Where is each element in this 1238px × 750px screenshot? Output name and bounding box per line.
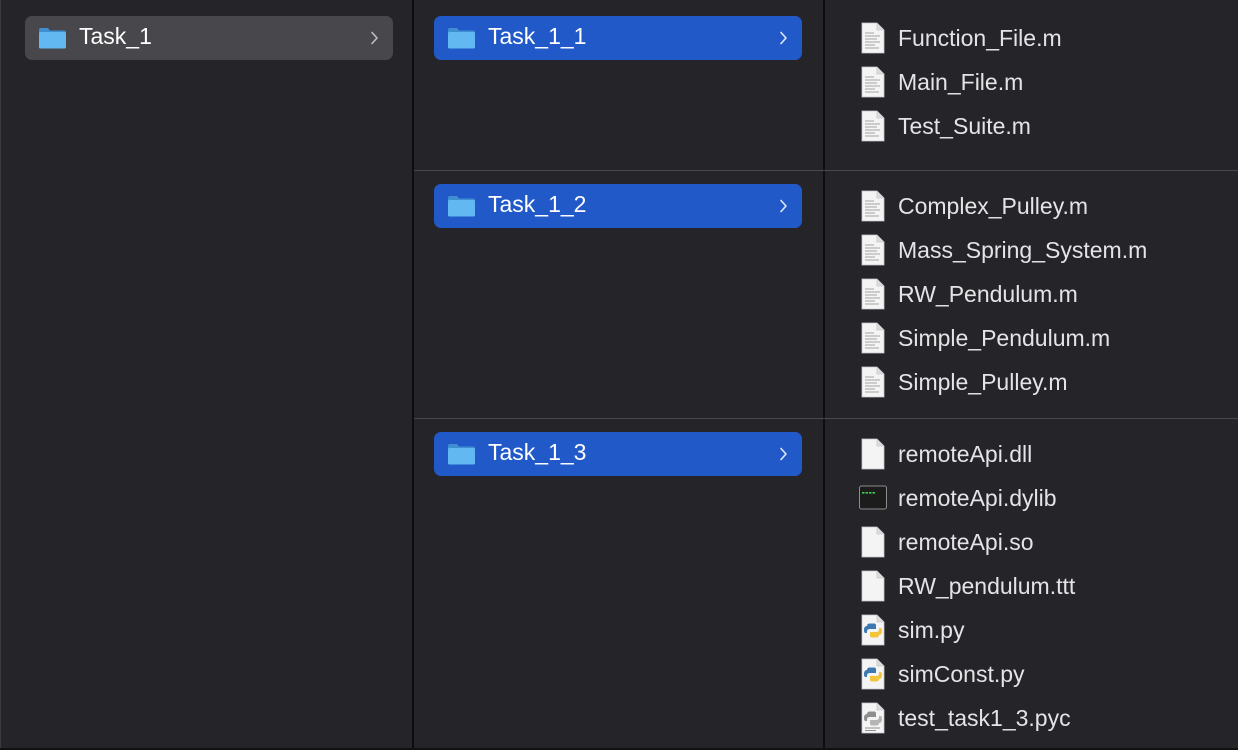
folder-icon bbox=[448, 196, 475, 217]
file-row[interactable]: Complex_Pulley.m bbox=[857, 190, 1227, 222]
document-icon bbox=[861, 366, 885, 398]
folder-icon bbox=[448, 28, 475, 49]
file-row[interactable]: Mass_Spring_System.m bbox=[857, 234, 1227, 266]
chevron-right-icon bbox=[780, 31, 787, 45]
file-name: simConst.py bbox=[898, 661, 1025, 687]
document-icon bbox=[861, 278, 885, 310]
file-name: test_task1_3.pyc bbox=[898, 705, 1071, 731]
folder-row-task-1[interactable]: Task_1 bbox=[25, 16, 393, 60]
chevron-right-icon bbox=[371, 31, 378, 45]
folder-icon bbox=[39, 28, 66, 49]
terminal-exec-icon bbox=[859, 485, 887, 510]
file-name: remoteApi.so bbox=[898, 529, 1034, 555]
group-divider bbox=[414, 418, 1238, 419]
file-name: Complex_Pulley.m bbox=[898, 193, 1089, 219]
file-row[interactable]: test_task1_3.pyc bbox=[857, 702, 1227, 734]
folder-icon bbox=[448, 444, 475, 465]
document-icon bbox=[861, 22, 885, 54]
python-file-icon bbox=[861, 614, 885, 646]
file-name: Main_File.m bbox=[898, 69, 1024, 95]
file-row[interactable]: remoteApi.dylib bbox=[857, 482, 1227, 514]
blank-file-icon bbox=[861, 570, 885, 602]
folder-name: Task_1_2 bbox=[488, 191, 587, 217]
file-name: sim.py bbox=[898, 617, 965, 643]
file-name: Mass_Spring_System.m bbox=[898, 237, 1148, 263]
finder-column-view: Task_1 Task_1_1 Task_1_2 Task_1_3 Functi… bbox=[0, 0, 1238, 750]
document-icon bbox=[861, 322, 885, 354]
folder-row-task-1-1[interactable]: Task_1_1 bbox=[434, 16, 802, 60]
folder-name: Task_1_3 bbox=[488, 439, 587, 465]
folder-name: Task_1 bbox=[79, 23, 152, 49]
file-row[interactable]: Test_Suite.m bbox=[857, 110, 1227, 142]
folder-row-task-1-2[interactable]: Task_1_2 bbox=[434, 184, 802, 228]
document-icon bbox=[861, 66, 885, 98]
folder-name: Task_1_1 bbox=[488, 23, 587, 49]
python-file-icon bbox=[861, 658, 885, 690]
document-icon bbox=[861, 190, 885, 222]
file-row[interactable]: sim.py bbox=[857, 614, 1227, 646]
chevron-right-icon bbox=[780, 447, 787, 461]
file-row[interactable]: RW_pendulum.ttt bbox=[857, 570, 1227, 602]
column-1[interactable]: Task_1 bbox=[0, 0, 412, 750]
blank-file-icon bbox=[861, 526, 885, 558]
file-row[interactable]: remoteApi.so bbox=[857, 526, 1227, 558]
file-row[interactable]: simConst.py bbox=[857, 658, 1227, 690]
document-icon bbox=[861, 110, 885, 142]
file-name: Test_Suite.m bbox=[898, 113, 1031, 139]
column-2[interactable]: Task_1_1 Task_1_2 Task_1_3 bbox=[412, 0, 823, 750]
file-row[interactable]: remoteApi.dll bbox=[857, 438, 1227, 470]
document-icon bbox=[861, 234, 885, 266]
file-name: Simple_Pendulum.m bbox=[898, 325, 1111, 351]
file-name: RW_pendulum.ttt bbox=[898, 573, 1076, 599]
folder-row-task-1-3[interactable]: Task_1_3 bbox=[434, 432, 802, 476]
file-name: remoteApi.dll bbox=[898, 441, 1033, 467]
group-divider bbox=[414, 170, 1238, 171]
file-row[interactable]: Simple_Pendulum.m bbox=[857, 322, 1227, 354]
blank-file-icon bbox=[861, 438, 885, 470]
file-name: RW_Pendulum.m bbox=[898, 281, 1078, 307]
file-row[interactable]: Function_File.m bbox=[857, 22, 1227, 54]
file-name: Simple_Pulley.m bbox=[898, 369, 1068, 395]
file-name: remoteApi.dylib bbox=[898, 485, 1057, 511]
file-row[interactable]: Main_File.m bbox=[857, 66, 1227, 98]
file-row[interactable]: Simple_Pulley.m bbox=[857, 366, 1227, 398]
file-name: Function_File.m bbox=[898, 25, 1062, 51]
file-row[interactable]: RW_Pendulum.m bbox=[857, 278, 1227, 310]
compiled-python-icon bbox=[861, 702, 885, 734]
chevron-right-icon bbox=[780, 199, 787, 213]
